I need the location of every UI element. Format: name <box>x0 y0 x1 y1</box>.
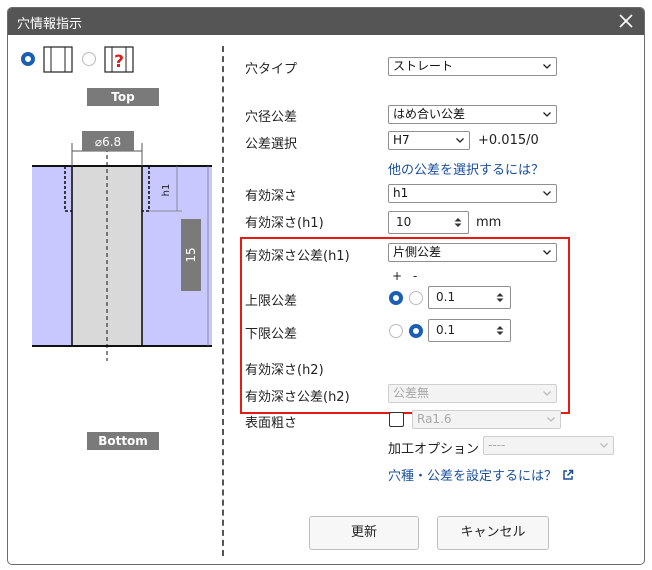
title-bar: 穴情報指示 <box>8 8 644 35</box>
upper-tol-value: 0.1 <box>436 290 456 304</box>
settings-link-text: 穴種・公差を設定するには？ <box>388 469 558 484</box>
h1-dimension: h1 <box>161 184 172 197</box>
unknown-view-icon[interactable]: ? <box>104 46 134 73</box>
chevron-down-icon <box>543 250 551 255</box>
eff-depth-select[interactable]: h1 <box>388 184 557 203</box>
lower-tol-value: 0.1 <box>436 323 456 337</box>
lower-tol-minus-radio[interactable] <box>409 324 423 338</box>
upper-tol-plus-radio[interactable] <box>389 291 403 305</box>
chevron-down-icon <box>547 417 555 422</box>
process-option-label: 加工オプション <box>388 442 480 457</box>
eff-depth-h1-input[interactable]: 10 <box>388 211 469 234</box>
dia-tol-label: 穴径公差 <box>245 110 298 125</box>
tol-select[interactable]: H7 <box>388 131 470 150</box>
upper-tol-input[interactable]: 0.1 <box>428 286 511 309</box>
lower-tol-plus-radio[interactable] <box>389 324 403 338</box>
svg-text:?: ? <box>114 52 124 72</box>
upper-tol-label: 上限公差 <box>245 294 298 309</box>
top-label: Top <box>87 88 159 106</box>
other-tol-link[interactable]: 他の公差を選択するには？ <box>388 159 544 178</box>
lower-tol-label: 下限公差 <box>245 327 298 342</box>
chevron-down-icon <box>543 112 551 117</box>
eff-depth-h1-label: 有効深さ(h1) <box>245 216 324 231</box>
tol-range: +0.015/0 <box>478 133 539 148</box>
dia-tol-value: はめ合い公差 <box>393 107 466 121</box>
sign-plus: + <box>392 269 403 283</box>
eff-depth-h1-value: 10 <box>396 215 412 229</box>
spinner-icon[interactable] <box>496 292 504 303</box>
dia-tol-select[interactable]: はめ合い公差 <box>388 105 557 124</box>
settings-link[interactable]: 穴種・公差を設定するには？ <box>388 465 574 484</box>
section-view-icon[interactable] <box>43 46 73 73</box>
hole-type-select[interactable]: ストレート <box>388 57 557 76</box>
hole-info-dialog: 穴情報指示 ? Top ⌀6.8 h1 15 Bottom 穴タイプ ストレート… <box>7 7 645 565</box>
depth-dimension: 15 <box>184 247 198 262</box>
close-icon[interactable] <box>616 11 636 31</box>
hole-type-label: 穴タイプ <box>245 62 298 77</box>
surface-select[interactable]: Ra1.6 <box>412 410 561 429</box>
chevron-down-icon <box>600 443 608 448</box>
chevron-down-icon <box>543 391 551 396</box>
chevron-down-icon <box>456 138 464 143</box>
view-radio-unknown[interactable] <box>82 52 96 66</box>
view-radio-section[interactable] <box>21 52 35 66</box>
hole-section-diagram: ⌀6.8 h1 15 <box>32 131 212 361</box>
eff-depth-tol-h1-value: 片側公差 <box>393 245 442 259</box>
diameter-dimension: ⌀6.8 <box>95 135 121 149</box>
lower-tol-input[interactable]: 0.1 <box>428 319 511 342</box>
upper-tol-minus-radio[interactable] <box>409 291 423 305</box>
panel-divider <box>222 46 224 556</box>
chevron-down-icon <box>543 64 551 69</box>
eff-depth-h2-label: 有効深さ(h2) <box>245 363 324 378</box>
surface-value: Ra1.6 <box>417 412 452 426</box>
bottom-label: Bottom <box>87 432 159 450</box>
tol-select-label: 公差選択 <box>245 137 298 152</box>
tol-select-value: H7 <box>393 133 410 147</box>
cancel-button[interactable]: キャンセル <box>437 516 549 550</box>
update-button[interactable]: 更新 <box>309 516 419 550</box>
eff-depth-value: h1 <box>393 186 409 200</box>
eff-depth-tol-h1-label: 有効深さ公差(h1) <box>245 249 350 264</box>
dialog-title: 穴情報指示 <box>17 17 83 32</box>
external-link-icon <box>563 469 574 480</box>
process-option-value: ---- <box>488 438 506 452</box>
hole-type-value: ストレート <box>393 59 454 73</box>
chevron-down-icon <box>543 191 551 196</box>
eff-depth-tol-h2-value: 公差無 <box>393 386 430 400</box>
eff-depth-label: 有効深さ <box>245 189 298 204</box>
process-option-select[interactable]: ---- <box>483 436 614 455</box>
sign-minus: - <box>413 269 418 283</box>
surface-checkbox[interactable] <box>389 412 404 427</box>
surface-label: 表面粗さ <box>245 416 298 431</box>
spinner-icon[interactable] <box>454 217 462 228</box>
eff-depth-tol-h2-select[interactable]: 公差無 <box>388 384 557 403</box>
spinner-icon[interactable] <box>496 325 504 336</box>
eff-depth-tol-h2-label: 有効深さ公差(h2) <box>245 390 350 405</box>
eff-depth-tol-h1-select[interactable]: 片側公差 <box>388 243 557 262</box>
eff-depth-h1-unit: mm <box>476 215 502 230</box>
